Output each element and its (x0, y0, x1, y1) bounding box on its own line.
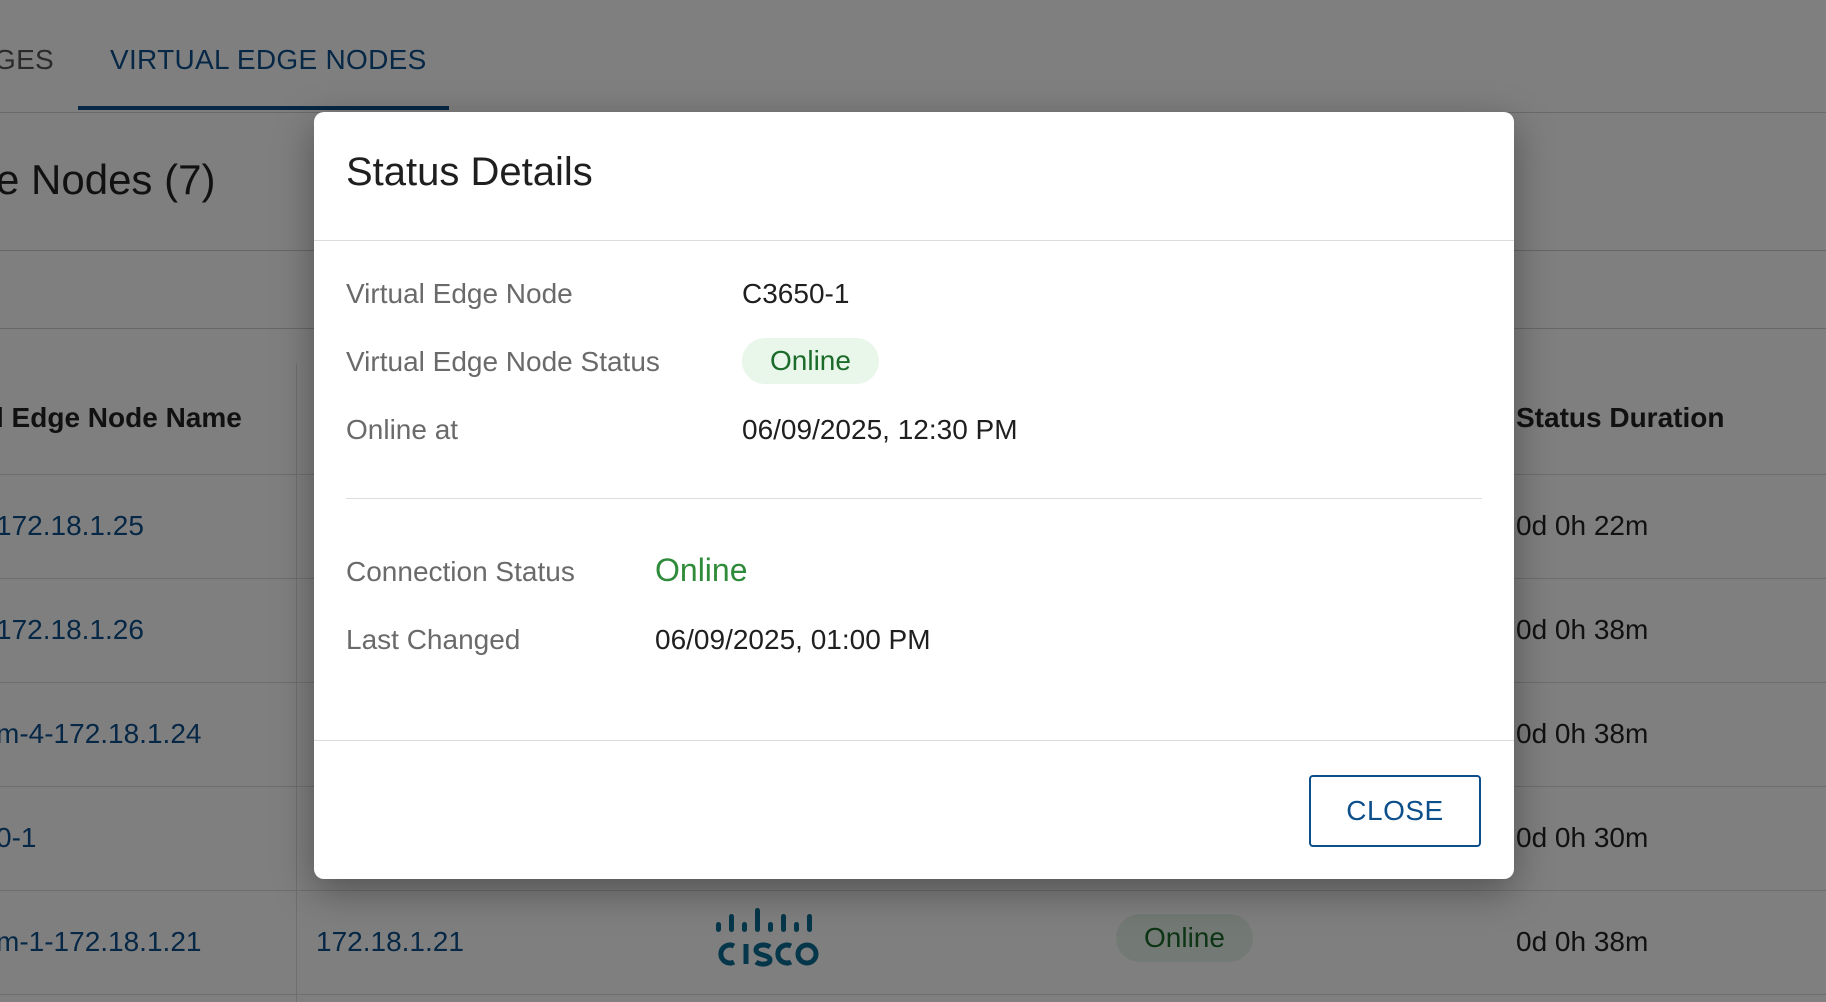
last-changed-label: Last Changed (346, 624, 521, 655)
close-button[interactable]: CLOSE (1309, 775, 1481, 847)
vedge-status-badge: Online (742, 338, 879, 384)
online-at-value: 06/09/2025, 12:30 PM (742, 414, 1018, 445)
vedge-node-label: Virtual Edge Node (346, 278, 573, 309)
status-details-dialog: Status Details Virtual Edge Node C3650-1… (314, 112, 1514, 879)
online-at-label: Online at (346, 414, 459, 445)
section-divider (346, 498, 1482, 499)
vedge-node-value: C3650-1 (742, 278, 850, 309)
connection-status-value: Online (655, 552, 748, 588)
last-changed-value: 06/09/2025, 01:00 PM (655, 624, 931, 655)
dialog-title: Status Details (346, 150, 593, 194)
vedge-status-label: Virtual Edge Node Status (346, 346, 660, 377)
dialog-footer-divider (314, 740, 1514, 741)
connection-status-label: Connection Status (346, 556, 575, 587)
dialog-header-divider (314, 240, 1514, 241)
